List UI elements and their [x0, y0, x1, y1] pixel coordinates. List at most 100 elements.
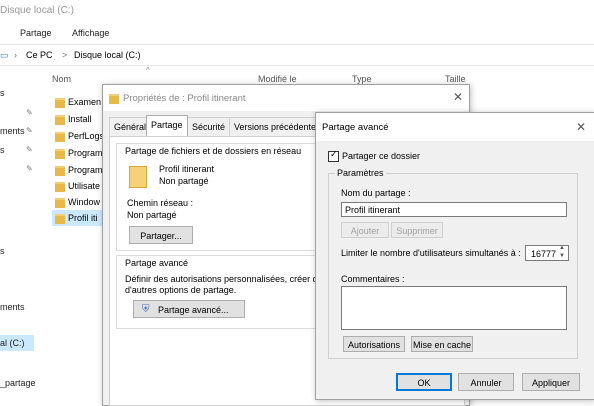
advanced-share-button[interactable]: ⛨ Partage avancé...	[133, 300, 245, 318]
advanced-title: Partage avancé	[322, 122, 389, 133]
folder-icon	[55, 98, 65, 108]
advanced-title-bar: Partage avancé ✕	[316, 113, 594, 141]
window-title: Disque local (C:)	[0, 5, 74, 16]
user-limit-value: 16777	[531, 249, 557, 259]
pc-icon: ▭	[0, 50, 9, 60]
folder-icon	[55, 132, 65, 142]
nav-item[interactable]: s	[0, 145, 5, 155]
share-button[interactable]: Partager...	[129, 226, 193, 244]
breadcrumb-separator: >	[62, 50, 68, 60]
shield-icon: ⛨	[142, 304, 150, 315]
folder-icon	[55, 214, 65, 224]
advanced-sharing-dialog: Partage avancé ✕ ✓ Partager ce dossier P…	[315, 112, 594, 400]
share-name-input[interactable]	[341, 202, 567, 217]
pin-icon: ✎	[26, 164, 33, 173]
folder-icon	[55, 198, 65, 208]
folder-icon	[129, 166, 147, 188]
permissions-button-label: Autorisations	[347, 340, 401, 350]
share-button-label: Partager...	[140, 231, 182, 241]
user-limit-label: Limiter le nombre d'utilisateurs simulta…	[341, 248, 521, 258]
file-name: Profil iti	[68, 213, 98, 223]
address-bar[interactable]: ▭ › Ce PC > Disque local (C:)	[0, 44, 594, 66]
column-header-size[interactable]: Taille	[445, 74, 466, 84]
ribbon: Partage Affichage	[0, 22, 594, 42]
cancel-button[interactable]: Annuler	[458, 373, 514, 391]
folder-icon	[55, 115, 65, 125]
nav-item[interactable]: s	[0, 88, 5, 98]
tab-partage-label: Partage	[151, 120, 183, 130]
share-folder-checkbox[interactable]: ✓	[328, 149, 339, 162]
ribbon-tab-partage[interactable]: Partage	[20, 28, 52, 38]
network-path-label: Chemin réseau :	[127, 198, 194, 208]
folder-status: Non partagé	[159, 176, 209, 186]
checkmark-icon: ✓	[330, 149, 338, 159]
network-path-value: Non partagé	[127, 210, 177, 220]
properties-title-bar: Propriétés de : Profil itinerant ✕	[103, 85, 469, 111]
parameters-title: Paramètres	[335, 168, 386, 178]
share-folder-label[interactable]: Partager ce dossier	[342, 151, 420, 161]
pin-icon: ✎	[26, 108, 33, 117]
file-name: Program	[68, 148, 103, 158]
folder-icon	[55, 182, 65, 192]
chevron-right-icon: ›	[14, 50, 17, 60]
folder-name: Profil itinerant	[159, 164, 215, 174]
spin-up-icon[interactable]: ▲	[559, 245, 565, 251]
remove-button-label: Supprimer	[396, 226, 438, 236]
nav-item-documents-2[interactable]: ments	[0, 302, 25, 312]
ok-button[interactable]: OK	[396, 373, 452, 391]
comments-label: Commentaires :	[341, 274, 405, 284]
caching-button-label: Mise en cache	[412, 340, 472, 350]
nav-item-documents[interactable]: ments	[0, 126, 25, 136]
comments-textarea[interactable]	[341, 286, 567, 330]
ribbon-tab-affichage[interactable]: Affichage	[72, 28, 109, 38]
caching-button[interactable]: Mise en cache	[411, 336, 473, 352]
folder-icon	[55, 149, 65, 159]
properties-title: Propriétés de : Profil itinerant	[123, 93, 246, 104]
folder-icon	[109, 94, 119, 104]
folder-icon	[55, 166, 65, 176]
close-icon[interactable]: ✕	[576, 120, 586, 134]
advanced-description-line2: d'autres options de partage.	[125, 285, 237, 295]
add-button-label: Ajouter	[350, 226, 380, 236]
column-header-name[interactable]: Nom	[52, 74, 71, 84]
share-name-label: Nom du partage :	[341, 188, 411, 198]
tab-general-label: Général	[114, 122, 147, 132]
pin-icon: ✎	[26, 145, 33, 154]
column-header-type[interactable]: Type	[352, 74, 372, 84]
group-title: Partage de fichiers et de dossiers en ré…	[125, 146, 302, 156]
advanced-share-button-label: Partage avancé...	[158, 305, 229, 315]
permissions-button[interactable]: Autorisations	[343, 336, 405, 352]
spin-down-icon[interactable]: ▼	[559, 253, 565, 259]
column-header-modified[interactable]: Modifié le	[258, 74, 297, 84]
remove-button[interactable]: Supprimer	[391, 222, 443, 238]
add-button[interactable]: Ajouter	[341, 222, 389, 238]
cancel-button-label: Annuler	[470, 378, 502, 388]
nav-item-local-disk-label: al (C:)	[0, 338, 25, 348]
explorer-title-bar: Disque local (C:)	[0, 0, 594, 22]
apply-button-label: Appliquer	[531, 378, 571, 388]
nav-item-share[interactable]: _partage	[0, 378, 36, 388]
group-title: Partage avancé	[125, 258, 189, 268]
tab-general[interactable]: Général	[109, 117, 147, 136]
ok-button-label: OK	[417, 378, 431, 388]
file-name: PerfLogs	[68, 131, 105, 141]
breadcrumb-ce-pc[interactable]: Ce PC	[26, 50, 53, 60]
tab-versions[interactable]: Versions précédentes	[229, 117, 321, 136]
user-limit-spinner[interactable]: 16777 ▲ ▼	[525, 245, 569, 261]
tab-partage[interactable]: Partage	[146, 115, 188, 136]
nav-item-local-disk[interactable]: al (C:)	[0, 335, 34, 351]
file-name: Window	[68, 197, 101, 207]
close-icon[interactable]: ✕	[453, 90, 463, 104]
file-name: Program	[68, 165, 103, 175]
breadcrumb-local-disk[interactable]: Disque local (C:)	[74, 50, 141, 60]
nav-item[interactable]: s	[0, 246, 5, 256]
tab-securite-label: Sécurité	[192, 122, 226, 132]
file-name: Utilisate	[68, 181, 101, 191]
sort-up-icon: ^	[146, 66, 150, 75]
apply-button[interactable]: Appliquer	[522, 373, 580, 391]
tab-versions-label: Versions précédentes	[234, 122, 321, 132]
parameters-group: Paramètres Nom du partage : Ajouter Supp…	[328, 168, 578, 359]
file-name: Install	[68, 114, 92, 124]
tab-securite[interactable]: Sécurité	[187, 117, 230, 136]
file-name: Examen	[68, 97, 102, 107]
